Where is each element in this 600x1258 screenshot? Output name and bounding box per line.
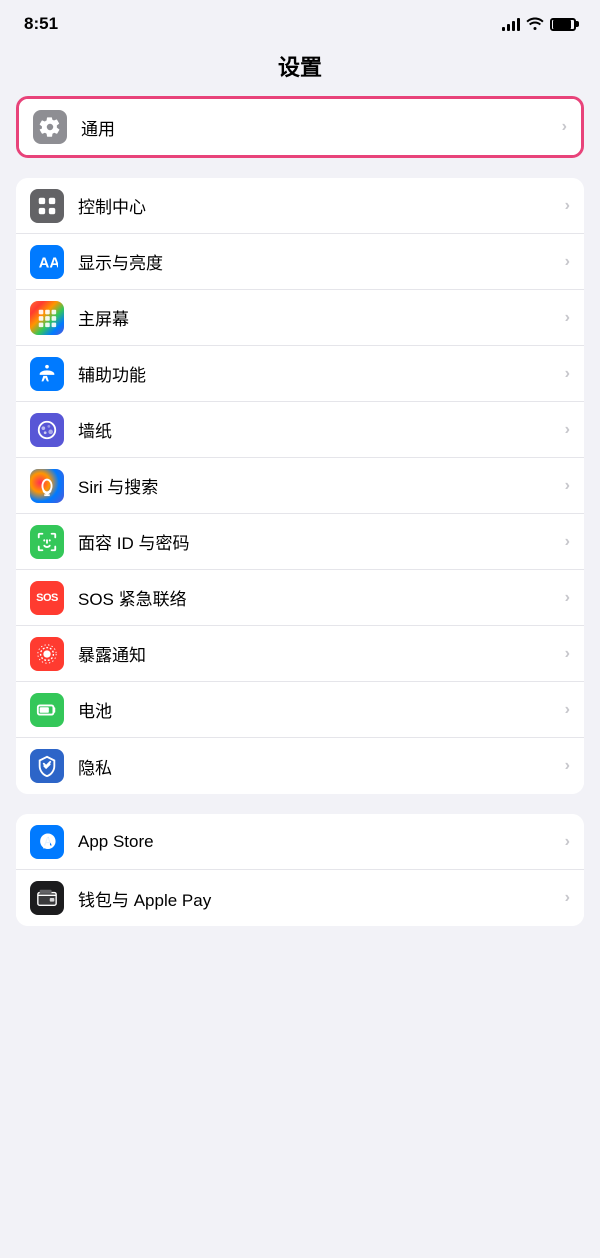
homescreen-chevron: › [565,309,570,327]
row-exposure[interactable]: 暴露通知 › [16,626,584,682]
row-faceid[interactable]: 面容 ID 与密码 › [16,514,584,570]
accessibility-label: 辅助功能 [78,361,557,386]
accessibility-icon [30,357,64,391]
siri-chevron: › [565,477,570,495]
appstore-icon: 🅐 [30,825,64,859]
faceid-icon [30,525,64,559]
control-center-chevron: › [565,197,570,215]
row-display[interactable]: AA 显示与亮度 › [16,234,584,290]
privacy-label: 隐私 [78,754,557,779]
general-icon [33,110,67,144]
siri-label: Siri 与搜索 [78,473,557,498]
display-label: 显示与亮度 [78,249,557,274]
sos-label: SOS 紧急联络 [78,585,557,610]
section-main: 控制中心 › AA 显示与亮度 › 主屏幕 › [16,178,584,794]
faceid-chevron: › [565,533,570,551]
svg-text:AA: AA [39,255,58,271]
row-wallpaper[interactable]: 墙纸 › [16,402,584,458]
siri-icon [30,469,64,503]
row-sos[interactable]: SOS SOS 紧急联络 › [16,570,584,626]
row-wallet[interactable]: 钱包与 Apple Pay › [16,870,584,926]
display-chevron: › [565,253,570,271]
appstore-label: App Store [78,832,557,852]
row-appstore[interactable]: 🅐 App Store › [16,814,584,870]
page-title: 设置 [0,42,600,96]
faceid-label: 面容 ID 与密码 [78,529,557,554]
row-siri[interactable]: Siri 与搜索 › [16,458,584,514]
battery-chevron: › [565,701,570,719]
exposure-icon [30,637,64,671]
status-time: 8:51 [24,14,58,34]
status-icons [502,16,576,33]
row-control-center[interactable]: 控制中心 › [16,178,584,234]
wallet-label: 钱包与 Apple Pay [78,886,557,911]
exposure-label: 暴露通知 [78,641,557,666]
exposure-chevron: › [565,645,570,663]
control-center-icon [30,189,64,223]
wallet-chevron: › [565,889,570,907]
row-accessibility[interactable]: 辅助功能 › [16,346,584,402]
homescreen-label: 主屏幕 [78,305,557,330]
sos-icon: SOS [30,581,64,615]
row-battery[interactable]: 电池 › [16,682,584,738]
wallet-icon [30,881,64,915]
general-chevron: › [562,118,567,136]
battery-settings-icon [30,693,64,727]
wifi-icon [526,16,544,33]
display-icon: AA [30,245,64,279]
wallpaper-chevron: › [565,421,570,439]
appstore-chevron: › [565,833,570,851]
wallpaper-icon [30,413,64,447]
row-general[interactable]: 通用 › [19,99,581,155]
row-privacy[interactable]: 隐私 › [16,738,584,794]
privacy-chevron: › [565,757,570,775]
sos-chevron: › [565,589,570,607]
homescreen-icon [30,301,64,335]
general-label: 通用 [81,115,554,140]
section-apps: 🅐 App Store › 钱包与 Apple Pay › [16,814,584,926]
control-center-label: 控制中心 [78,193,557,218]
signal-icon [502,17,520,31]
battery-label: 电池 [78,697,557,722]
status-bar: 8:51 [0,0,600,42]
accessibility-chevron: › [565,365,570,383]
battery-icon [550,18,576,31]
privacy-icon [30,749,64,783]
section-general: 通用 › [16,96,584,158]
wallpaper-label: 墙纸 [78,417,557,442]
row-homescreen[interactable]: 主屏幕 › [16,290,584,346]
